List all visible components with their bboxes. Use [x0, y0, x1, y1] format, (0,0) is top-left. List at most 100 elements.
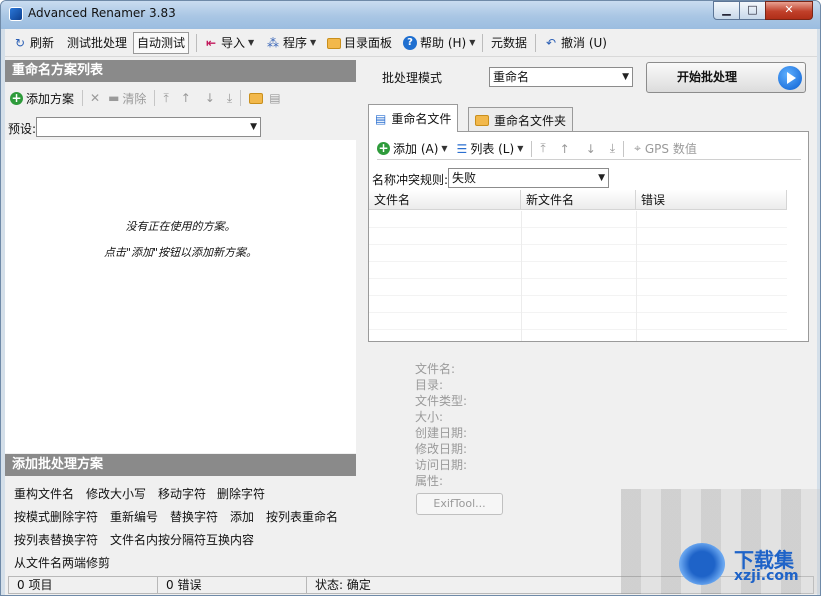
batch-mode-value: 重命名	[493, 70, 530, 84]
move-top-icon[interactable]: ⤒	[540, 141, 545, 156]
method-link[interactable]: 按模式删除字符	[14, 508, 98, 525]
delete-icon[interactable]: ✕	[90, 91, 100, 105]
info-attributes-label: 属性:	[415, 474, 444, 488]
chevron-down-icon: ▼	[622, 72, 629, 82]
method-link[interactable]: 修改大小写	[86, 485, 146, 502]
play-icon	[778, 66, 802, 90]
move-down-icon[interactable]: ↓	[205, 91, 215, 105]
import-label: 导入	[221, 36, 246, 50]
help-label: 帮助 (H)	[420, 36, 467, 50]
watermark-url: xzji.com	[734, 568, 799, 584]
undo-button[interactable]: ↶ 撤消 (U)	[540, 32, 611, 54]
chevron-down-icon: ▼	[310, 38, 317, 47]
chevron-down-icon: ▼	[441, 144, 448, 153]
move-up-icon[interactable]: ↑	[560, 142, 570, 156]
gps-button[interactable]: ⌖ GPS 数值	[634, 140, 697, 157]
files-toolbar: + 添加 (A) ▼ ☰ 列表 (L) ▼ ⤒ ↑ ↓ ⤓ ⌖ GPS 数值	[377, 138, 801, 160]
move-bottom-icon[interactable]: ⤓	[610, 141, 615, 156]
method-link[interactable]: 添加	[230, 508, 254, 525]
folder-icon	[327, 37, 341, 49]
batch-mode-select[interactable]: 重命名 ▼	[489, 67, 633, 87]
file-icon: ▤	[375, 111, 387, 126]
status-errors: 0 错误	[157, 576, 307, 594]
close-button[interactable]: ✕	[765, 1, 813, 20]
method-link[interactable]: 替换字符	[170, 508, 218, 525]
toolbar-divider	[482, 34, 483, 52]
tab-rename-folders[interactable]: 重命名文件夹	[468, 107, 574, 133]
conflict-value: 失败	[452, 171, 477, 185]
add-files-menu[interactable]: + 添加 (A) ▼	[377, 140, 448, 157]
files-table-body[interactable]	[369, 211, 787, 341]
info-modified-label: 修改日期:	[415, 442, 468, 456]
preset-select[interactable]: ▼	[36, 117, 261, 137]
info-size-label: 大小:	[415, 410, 444, 424]
method-link[interactable]: 重构文件名	[14, 485, 74, 502]
method-link[interactable]: 按列表重命名	[266, 508, 338, 525]
conflict-select[interactable]: 失败 ▼	[448, 168, 609, 188]
program-menu[interactable]: ⁂ 程序 ▼	[262, 32, 320, 54]
exiftool-button[interactable]: ExifTool...	[416, 493, 503, 515]
dir-panel-label: 目录面板	[344, 36, 393, 50]
info-directory-label: 目录:	[415, 378, 444, 392]
window-title: Advanced Renamer 3.83	[28, 6, 176, 20]
status-items: 0 项目	[8, 576, 158, 594]
method-link[interactable]: 文件名内按分隔符互换内容	[110, 531, 254, 548]
minimize-button[interactable]: ▁	[713, 1, 740, 20]
folder-icon	[475, 115, 489, 126]
metadata-button[interactable]: 元数据	[487, 32, 531, 54]
auto-test-toggle[interactable]: 自动测试	[133, 32, 190, 54]
auto-test-label: 自动测试	[137, 36, 186, 50]
tab-label: 重命名文件夹	[494, 113, 567, 128]
eraser-icon: ▬	[108, 91, 120, 105]
toolbar-divider	[196, 34, 197, 52]
refresh-button[interactable]: ↻ 刷新	[9, 32, 58, 54]
method-link[interactable]: 从文件名两端修剪	[14, 554, 110, 571]
open-folder-icon[interactable]	[249, 92, 264, 104]
move-down-icon[interactable]: ↓	[586, 142, 596, 156]
column-error[interactable]: 错误	[636, 190, 787, 210]
clear-button[interactable]: ▬ 清除	[108, 90, 146, 107]
main-toolbar: ↻ 刷新 测试批处理 自动测试 ⇤ 导入 ▼ ⁂ 程序 ▼ 目录面板 ? 帮助 …	[5, 29, 817, 57]
method-link[interactable]: 重新编号	[110, 508, 158, 525]
info-created-label: 创建日期:	[415, 426, 468, 440]
title-bar[interactable]: Advanced Renamer 3.83 ▁ □ ✕	[1, 1, 820, 29]
empty-message-line1: 没有正在使用的方案。	[125, 220, 236, 233]
app-logo-icon	[9, 7, 23, 21]
tab-rename-files[interactable]: ▤ 重命名文件	[368, 104, 459, 132]
list-menu[interactable]: ☰ 列表 (L) ▼	[457, 140, 524, 157]
gps-label: GPS 数值	[644, 142, 697, 156]
batch-mode-label: 批处理模式	[382, 71, 443, 85]
add-icon: +	[10, 90, 23, 105]
chevron-down-icon: ▼	[469, 38, 476, 47]
move-top-icon[interactable]: ⤒	[163, 91, 168, 106]
help-menu[interactable]: ? 帮助 (H) ▼	[399, 32, 479, 54]
files-table-header: 文件名 新文件名 错误	[369, 190, 787, 210]
maximize-button[interactable]: □	[739, 1, 766, 20]
column-filename[interactable]: 文件名	[369, 190, 521, 210]
conflict-label: 名称冲突规则:	[372, 173, 449, 187]
toolbar-divider	[535, 34, 536, 52]
add-method-button[interactable]: + 添加方案	[10, 90, 74, 107]
info-accessed-label: 访问日期:	[415, 458, 468, 472]
info-filename-label: 文件名:	[415, 362, 456, 376]
save-icon[interactable]: ▤	[269, 91, 280, 105]
tab-label: 重命名文件	[391, 111, 452, 126]
methods-list[interactable]: 没有正在使用的方案。 点击"添加"按钮以添加新方案。	[5, 140, 356, 453]
move-up-icon[interactable]: ↑	[181, 91, 191, 105]
start-batch-button[interactable]: 开始批处理	[646, 62, 806, 93]
move-bottom-icon[interactable]: ⤓	[227, 91, 232, 106]
method-link[interactable]: 按列表替换字符	[14, 531, 98, 548]
program-label: 程序	[283, 36, 308, 50]
info-filetype-label: 文件类型:	[415, 394, 468, 408]
column-new-filename[interactable]: 新文件名	[521, 190, 636, 210]
empty-message-line2: 点击"添加"按钮以添加新方案。	[103, 246, 258, 259]
import-menu[interactable]: ⇤ 导入 ▼	[200, 32, 258, 54]
dir-panel-button[interactable]: 目录面板	[323, 32, 396, 54]
method-link[interactable]: 删除字符	[217, 485, 265, 502]
test-batch-button[interactable]: 测试批处理	[63, 32, 131, 54]
download-logo-icon	[679, 543, 725, 585]
app-window: Advanced Renamer 3.83 ▁ □ ✕ ↻ 刷新 测试批处理 自…	[0, 0, 821, 596]
location-pin-icon: ⌖	[634, 141, 641, 155]
add-batch-header: 添加批处理方案	[5, 454, 356, 476]
method-link[interactable]: 移动字符	[158, 485, 206, 502]
